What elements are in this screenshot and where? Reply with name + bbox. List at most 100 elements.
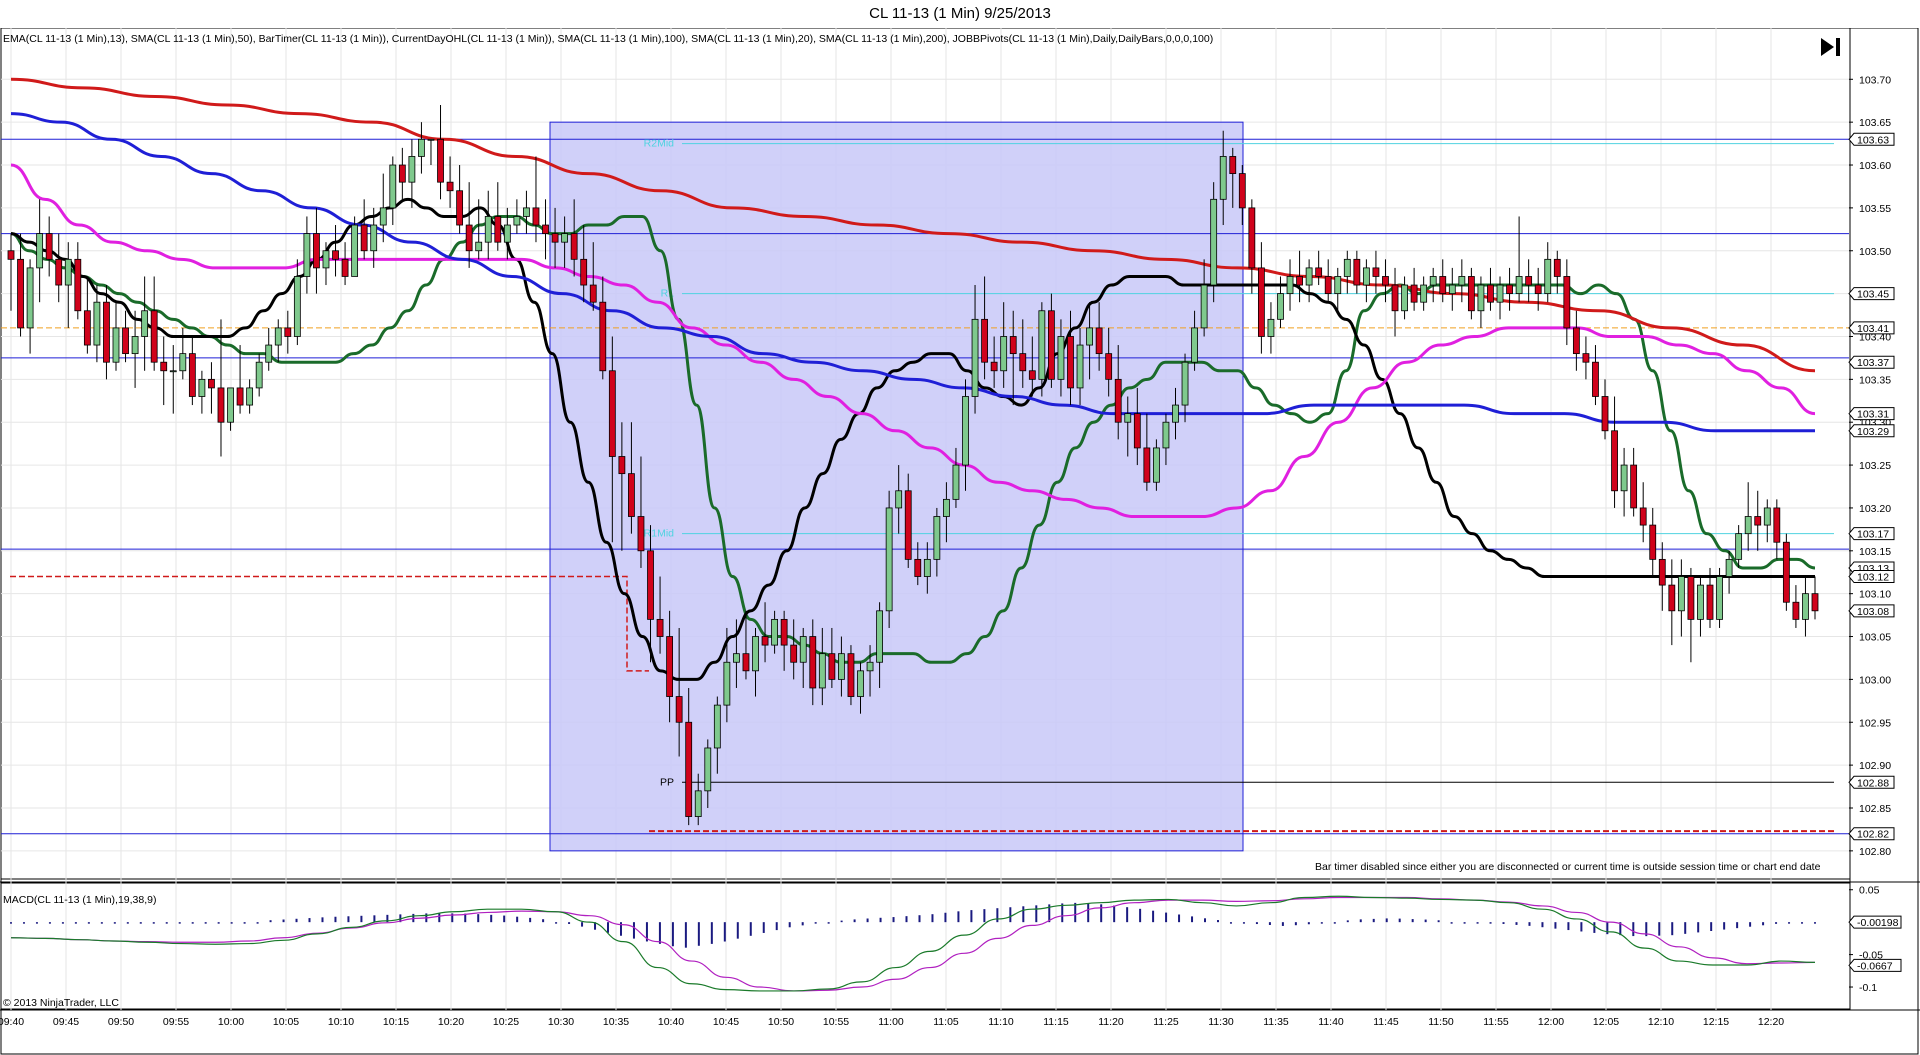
candle-body [169,370,177,373]
x-tick-label: 10:55 [823,1016,849,1028]
x-tick-label: 11:30 [1208,1016,1234,1028]
skip-to-end-icon[interactable] [1818,35,1844,59]
candle-body [74,258,82,312]
candle [1343,250,1351,294]
candle-body [990,361,998,372]
candle-body [933,516,941,560]
candle-body [733,653,740,663]
candle-body [7,250,15,260]
candle-body [1334,276,1342,295]
candle-body [1658,558,1666,586]
candle-body [1544,258,1552,295]
candle [1305,259,1313,303]
candle-body [589,284,597,303]
x-tick-label: 10:30 [548,1016,574,1028]
candle [1687,567,1695,663]
window-title: CL 11-13 (1 Min) 9/25/2013 [869,5,1051,22]
candle-body [857,670,864,697]
candle-body [838,653,845,680]
candle-body [1382,276,1389,286]
candle-body [675,696,683,723]
candle-body [685,721,693,817]
candle-body [246,387,254,406]
candle-body [332,250,339,260]
x-tick-label: 09:45 [53,1016,79,1028]
candle-body [1172,404,1179,423]
x-tick-label: 09:40 [0,1016,24,1028]
candle-body [1267,318,1275,337]
x-tick-label: 11:00 [878,1016,904,1028]
candle-body [1467,276,1475,312]
price-label-value: 103.29 [1857,426,1889,438]
candle-body [895,490,903,509]
candle [1353,250,1361,294]
candle-body [656,618,664,637]
y-tick-label: 103.70 [1859,74,1891,86]
candle-body [236,387,244,406]
candle-body [17,258,24,329]
candle-body [761,636,769,646]
candle [83,276,91,354]
y-tick-label: 102.95 [1859,717,1891,729]
x-tick-label: 10:10 [328,1016,354,1028]
candle-body [1439,276,1447,295]
candle [1630,447,1638,517]
price-chart[interactable]: 09:40 09:45 09:50 09:55 10:00 10:05 10:10 10:15… [0,28,1920,1055]
candle [1525,259,1533,303]
y-tick-label: 103.55 [1859,203,1891,215]
candle-body [1181,361,1189,406]
candle [208,362,215,414]
candle [141,276,149,371]
x-tick-label: 10:00 [218,1016,244,1028]
candle [1410,267,1418,311]
candle-body [1277,293,1284,320]
candle-body [1248,207,1256,269]
candle [1611,396,1618,508]
macd-tick-label: 0.05 [1859,885,1880,897]
candle [1210,182,1218,303]
candle-body [26,267,34,329]
price-label-value: 103.12 [1857,572,1889,584]
candle [36,199,44,303]
candle-body [818,653,826,689]
candle [246,379,254,414]
candle-body [523,207,530,217]
candle-body [1315,267,1323,277]
candle-body [713,704,721,749]
candle-body [1744,516,1752,535]
candle-body [255,361,263,389]
candle-body [188,353,196,397]
x-tick-label: 11:15 [1043,1016,1069,1028]
candle [274,319,282,363]
candle [265,327,273,371]
candle [885,490,893,628]
candle [408,139,416,208]
candle-body [1773,507,1781,543]
candle-body [1620,464,1628,492]
x-tick-label: 10:50 [768,1016,794,1028]
x-tick-label: 10:25 [493,1016,519,1028]
candle-body [1716,576,1723,620]
candle-body [580,258,588,286]
candle-body [1630,464,1638,509]
candle-body [1582,353,1590,363]
candle-body [1706,584,1714,620]
candle [1592,345,1599,406]
candle [1763,499,1771,543]
candle-body [351,224,359,277]
candle-body [1086,327,1093,346]
price-label-value: 102.88 [1857,777,1889,789]
candle-body [828,653,836,680]
y-tick-label: 103.50 [1859,246,1891,258]
y-tick-label: 102.80 [1859,846,1891,858]
candle-body [1592,361,1599,397]
candle-body [198,378,206,397]
candle [1620,447,1628,517]
candle [1420,276,1428,311]
x-tick-label: 11:55 [1483,1016,1509,1028]
pivot-label: PP [660,776,674,788]
price-label-value: 103.17 [1857,529,1889,541]
candle [1782,533,1790,611]
candle-body [45,233,53,260]
candle-body [513,216,521,226]
